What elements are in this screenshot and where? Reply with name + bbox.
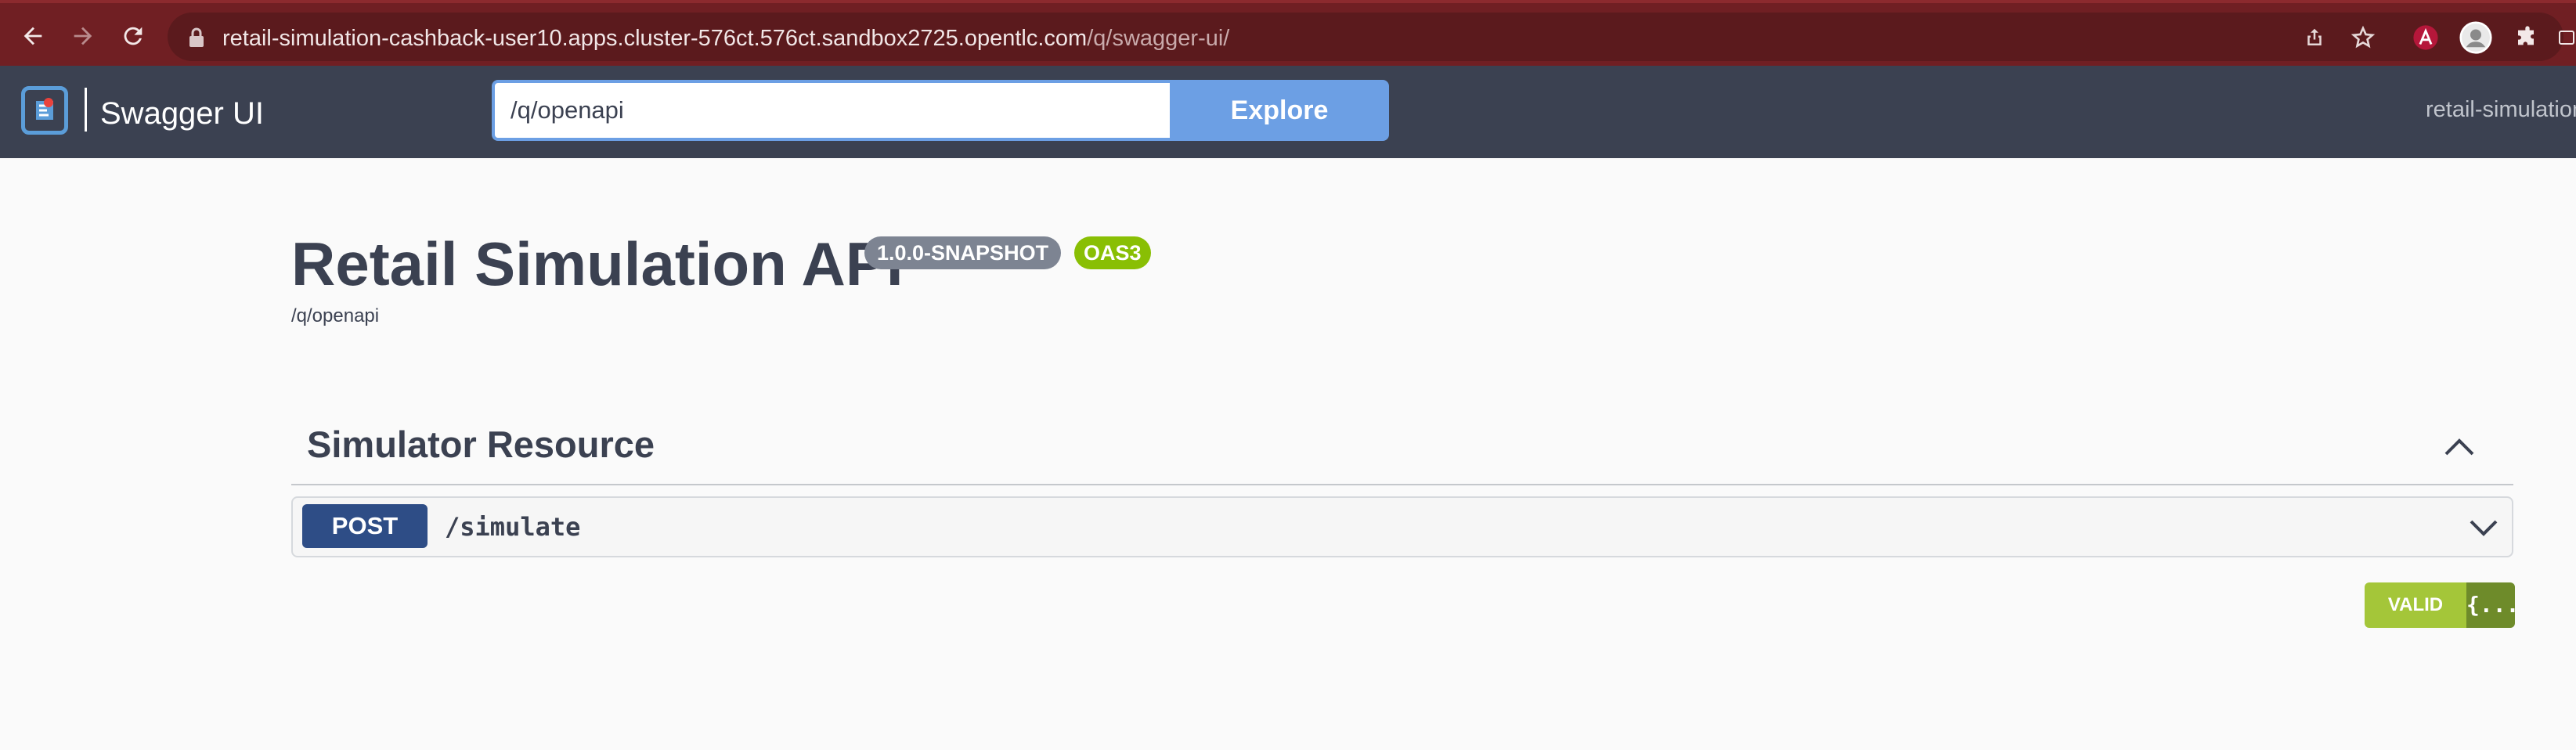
spec-link[interactable]: /q/openapi: [291, 305, 379, 327]
section-title[interactable]: Simulator Resource: [307, 423, 655, 466]
chevron-down-icon[interactable]: [2466, 514, 2501, 542]
oas-badge: OAS3: [1074, 236, 1151, 269]
sidebar-icon[interactable]: [2557, 20, 2576, 55]
url-host: retail-simulation-cashback-user10.apps.c…: [222, 26, 1088, 51]
puzzle-icon[interactable]: [2510, 20, 2545, 55]
operation-row[interactable]: POST /simulate: [291, 496, 2513, 557]
explore-button[interactable]: Explore: [1170, 80, 1389, 141]
reload-icon[interactable]: [114, 17, 152, 55]
section-divider: [291, 484, 2513, 485]
version-badge: 1.0.0-SNAPSHOT: [864, 236, 1062, 269]
validator-badge[interactable]: VALID {...}: [2365, 582, 2515, 628]
extension-a-icon[interactable]: [2408, 20, 2443, 55]
swagger-logo-icon[interactable]: [21, 86, 68, 135]
forward-arrow-icon[interactable]: [64, 17, 102, 55]
api-title: Retail Simulation API: [291, 229, 904, 298]
star-icon[interactable]: [2346, 20, 2380, 55]
validator-label: VALID: [2365, 582, 2466, 628]
profile-icon[interactable]: [2459, 20, 2493, 55]
chevron-up-icon[interactable]: [2438, 431, 2480, 462]
browser-toolbar: retail-simulation-cashback-user10.apps.c…: [0, 0, 2576, 66]
logo-divider: [85, 88, 87, 132]
back-arrow-icon[interactable]: [14, 17, 52, 55]
braces-icon: {...}: [2466, 582, 2515, 628]
swagger-topbar: Swagger UI Explore retail-simulation: [0, 66, 2576, 158]
share-icon[interactable]: [2297, 20, 2332, 55]
logo-text[interactable]: Swagger UI: [100, 96, 264, 132]
method-badge[interactable]: POST: [302, 504, 428, 548]
lock-icon[interactable]: [188, 27, 205, 49]
address-url[interactable]: retail-simulation-cashback-user10.apps.c…: [222, 25, 1229, 52]
operation-path[interactable]: /simulate: [445, 512, 580, 542]
definition-select[interactable]: retail-simulation: [2426, 97, 2576, 123]
url-path: /q/swagger-ui/: [1087, 26, 1230, 51]
spec-url-input[interactable]: [492, 80, 1170, 141]
